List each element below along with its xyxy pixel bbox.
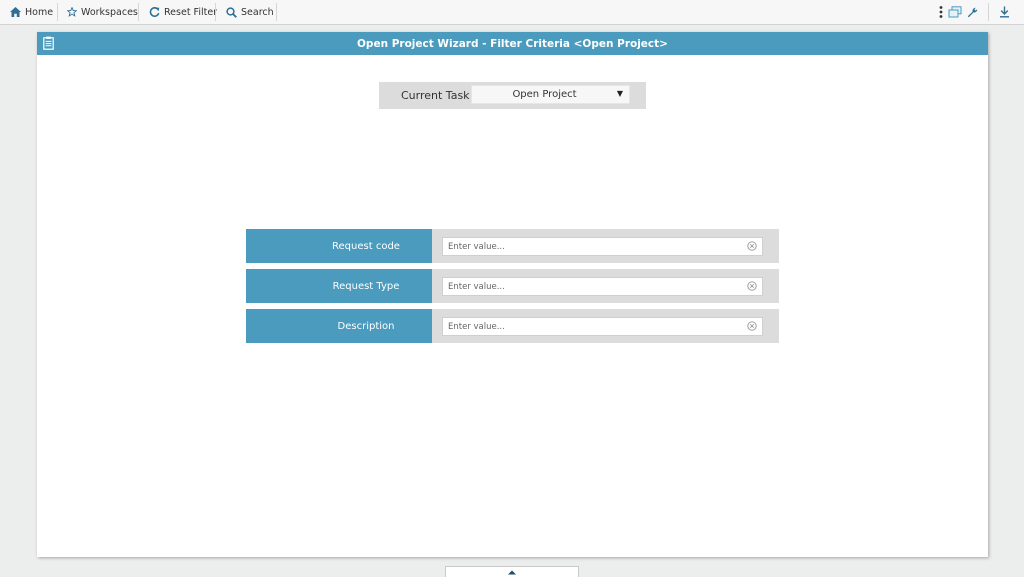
- toolbar-divider: [215, 3, 216, 21]
- clipboard-icon: [43, 36, 54, 50]
- kebab-menu-icon: [939, 6, 943, 18]
- filter-label: Request Type: [246, 269, 432, 303]
- workspaces-label: Workspaces: [81, 6, 138, 18]
- filter-field-wrap: [432, 309, 779, 343]
- filter-field-wrap: [432, 229, 779, 263]
- current-task-value: Open Project: [512, 89, 577, 100]
- toolbar-divider: [57, 3, 58, 21]
- top-toolbar: Home Workspaces Reset Filter Search: [0, 0, 1024, 25]
- reset-filter-button[interactable]: Reset Filter: [149, 0, 217, 24]
- panel-header: Open Project Wizard - Filter Criteria <O…: [37, 32, 988, 55]
- home-icon: [10, 7, 21, 17]
- filter-row-request-code: Request code: [246, 229, 779, 263]
- filter-row-request-type: Request Type: [246, 269, 779, 303]
- clear-icon[interactable]: [747, 241, 757, 251]
- filter-label: Description: [246, 309, 432, 343]
- current-task-box: Current Task Open Project ▼: [379, 82, 646, 109]
- clear-icon[interactable]: [747, 321, 757, 331]
- download-button[interactable]: [999, 0, 1010, 24]
- search-icon: [226, 6, 237, 18]
- toolbar-divider: [988, 3, 989, 21]
- home-button[interactable]: Home: [10, 0, 53, 24]
- reset-filter-label: Reset Filter: [164, 6, 218, 18]
- windows-icon: [948, 5, 962, 17]
- download-icon: [1000, 6, 1009, 18]
- toolbar-divider: [138, 3, 139, 21]
- workspaces-button[interactable]: Workspaces: [67, 0, 138, 24]
- star-icon: [67, 7, 77, 17]
- search-button[interactable]: Search: [226, 0, 274, 24]
- refresh-icon: [149, 6, 160, 17]
- toolbar-divider: [276, 3, 277, 21]
- current-task-label: Current Task: [401, 89, 470, 102]
- bottom-panel-toggle[interactable]: [445, 566, 579, 577]
- more-menu-button[interactable]: [938, 0, 944, 24]
- filter-label: Request code: [246, 229, 432, 263]
- current-task-dropdown[interactable]: Open Project ▼: [471, 85, 630, 104]
- settings-button[interactable]: [967, 0, 978, 24]
- filter-panel: Open Project Wizard - Filter Criteria <O…: [37, 32, 988, 557]
- request-type-input[interactable]: [442, 277, 763, 296]
- description-input[interactable]: [442, 317, 763, 336]
- home-label: Home: [25, 6, 54, 18]
- windows-button[interactable]: [948, 0, 962, 24]
- search-label: Search: [241, 6, 274, 18]
- wrench-icon: [967, 7, 978, 17]
- caret-up-icon: [508, 570, 516, 575]
- panel-title: Open Project Wizard - Filter Criteria <O…: [357, 37, 668, 50]
- filter-field-wrap: [432, 269, 779, 303]
- clear-icon[interactable]: [747, 281, 757, 291]
- caret-down-icon: ▼: [616, 89, 623, 98]
- filter-row-description: Description: [246, 309, 779, 343]
- request-code-input[interactable]: [442, 237, 763, 256]
